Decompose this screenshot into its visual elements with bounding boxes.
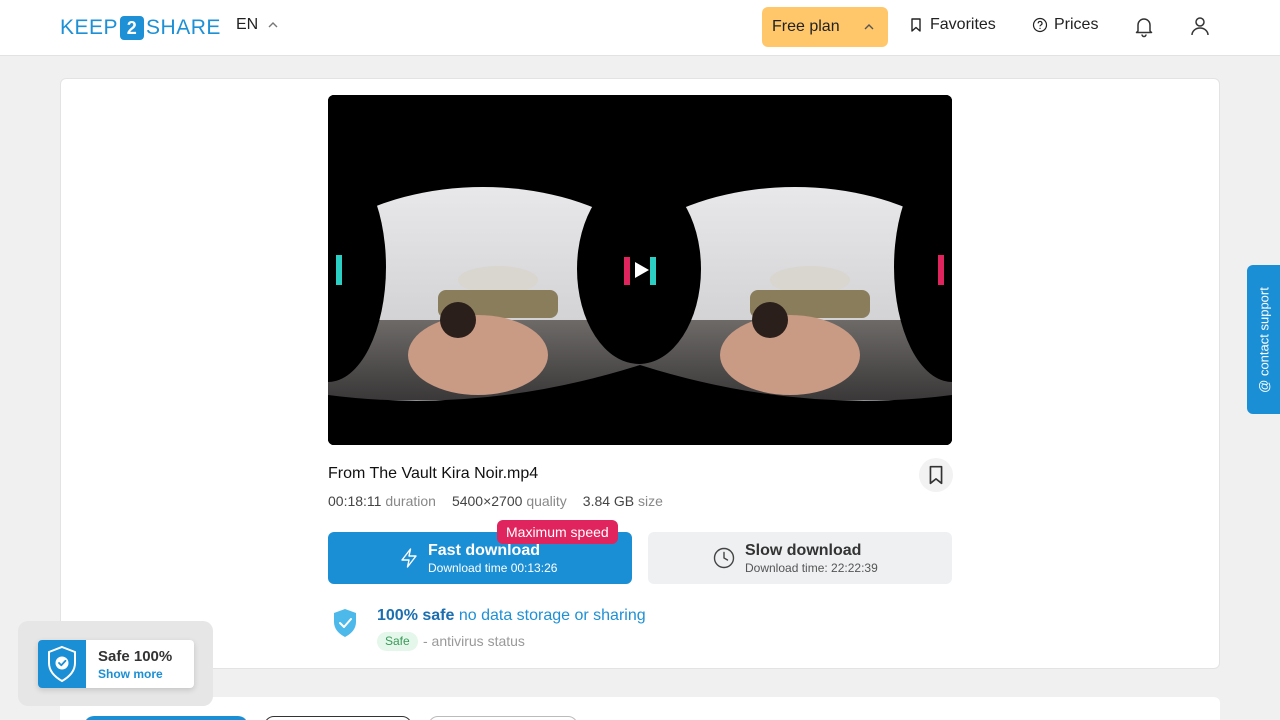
- language-selector[interactable]: EN: [236, 16, 278, 34]
- play-icon[interactable]: [634, 261, 650, 279]
- popup-shield-box: [38, 640, 86, 688]
- popup-title: Safe 100%: [98, 648, 173, 665]
- free-plan-label: Free plan: [772, 18, 840, 35]
- size-value: 3.84 GB: [582, 493, 635, 509]
- nav-prices[interactable]: Prices: [1032, 16, 1098, 34]
- safety-rest: no data storage or sharing: [458, 607, 646, 624]
- lightning-icon: [401, 548, 417, 568]
- site-logo[interactable]: KEEP 2 SHARE: [60, 15, 221, 41]
- chevron-up-icon: [864, 24, 874, 30]
- logo-badge: 2: [120, 16, 145, 40]
- slow-download-time: Download time: 22:22:39: [745, 561, 878, 575]
- clock-icon: [713, 547, 735, 569]
- popup-show-more-link[interactable]: Show more: [98, 667, 163, 681]
- chevron-up-icon: [268, 22, 278, 28]
- logo-text-right: SHARE: [146, 16, 221, 39]
- file-meta: 00:18:11 duration 5400×2700 quality 3.84…: [328, 493, 663, 509]
- bell-icon[interactable]: [1132, 14, 1156, 38]
- maximum-speed-badge: Maximum speed: [497, 520, 618, 544]
- bookmark-icon: [929, 465, 943, 485]
- size-label: size: [638, 493, 663, 509]
- bookmark-icon: [911, 18, 921, 32]
- shield-check-icon: [48, 645, 76, 683]
- top-header: KEEP 2 SHARE EN Free plan Favorites Pric…: [0, 0, 1280, 56]
- duration-label: duration: [385, 493, 436, 509]
- quality-label: quality: [526, 493, 567, 509]
- meta-duration: 00:18:11 duration: [328, 493, 436, 509]
- duration-value: 00:18:11: [328, 493, 382, 509]
- file-name: From The Vault Kira Noir.mp4: [328, 465, 539, 482]
- shield-check-icon: [334, 609, 356, 637]
- help-circle-icon: [1032, 17, 1048, 33]
- logo-text-left: KEEP: [60, 16, 119, 39]
- antivirus-status-text: - antivirus status: [423, 633, 525, 649]
- language-label: EN: [236, 16, 259, 33]
- fast-download-time: Download time 00:13:26: [428, 561, 558, 575]
- free-plan-button[interactable]: Free plan: [762, 7, 888, 47]
- fast-download-title: Fast download: [428, 542, 540, 559]
- antivirus-safe-badge: Safe: [377, 632, 418, 651]
- slow-download-button[interactable]: Slow download Download time: 22:22:39: [648, 532, 952, 584]
- contact-support-label: @ contact support: [1256, 286, 1271, 393]
- slow-download-title: Slow download: [745, 542, 862, 559]
- bottom-tab-2[interactable]: [264, 716, 412, 720]
- contact-support-tab[interactable]: @ contact support: [1247, 265, 1280, 414]
- meta-quality: 5400×2700 quality: [452, 493, 567, 509]
- meta-size: 3.84 GB size: [583, 493, 663, 509]
- user-icon[interactable]: [1188, 14, 1212, 38]
- nav-favorites-label: Favorites: [930, 16, 996, 33]
- safety-headline: 100% safe no data storage or sharing: [377, 607, 646, 625]
- nav-favorites[interactable]: Favorites: [908, 16, 996, 34]
- safety-strong: 100% safe: [377, 607, 455, 624]
- bottom-tab-3[interactable]: [428, 716, 578, 720]
- bottom-tab-1[interactable]: [84, 716, 248, 720]
- add-to-favorites-button[interactable]: [919, 458, 953, 492]
- nav-prices-label: Prices: [1054, 16, 1099, 33]
- safe-100-popup[interactable]: Safe 100% Show more: [38, 640, 194, 688]
- quality-value: 5400×2700: [451, 493, 523, 509]
